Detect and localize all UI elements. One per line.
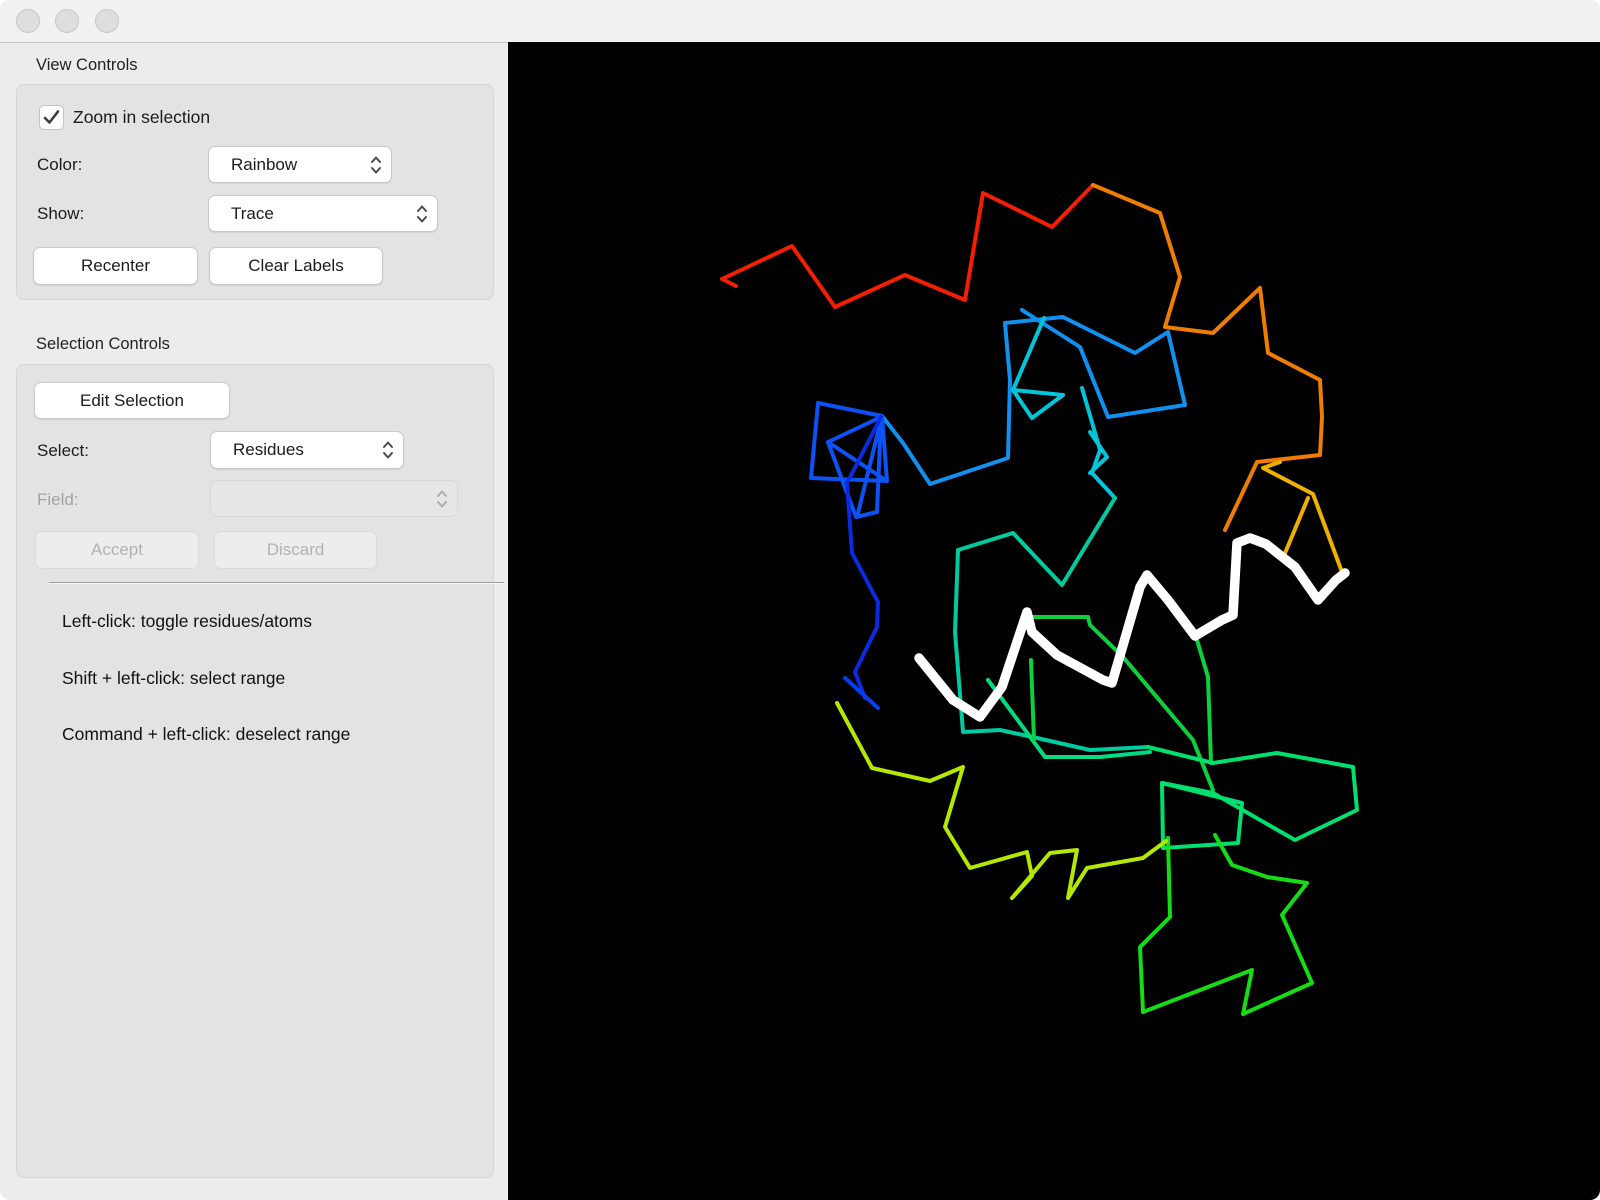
title-bar[interactable] bbox=[0, 0, 1600, 43]
protein-trace-canvas[interactable] bbox=[508, 42, 1600, 1200]
discard-button: Discard bbox=[214, 531, 377, 569]
backbone-lightblue[interactable] bbox=[880, 308, 1187, 486]
show-select-value: Trace bbox=[231, 203, 274, 223]
backbone-spring-parallelogram[interactable] bbox=[1160, 781, 1244, 850]
help-line-3: Command + left-click: deselect range bbox=[62, 724, 351, 744]
show-label: Show: bbox=[37, 204, 85, 223]
field-select bbox=[210, 480, 458, 517]
app-window: View Controls Zoom in selection Color: R… bbox=[0, 0, 1600, 1200]
color-select[interactable]: Rainbow bbox=[208, 146, 392, 183]
recenter-button[interactable]: Recenter bbox=[33, 247, 198, 285]
help-line-2: Shift + left-click: select range bbox=[62, 668, 286, 688]
edit-selection-button[interactable]: Edit Selection bbox=[34, 382, 230, 419]
selection-controls-heading: Selection Controls bbox=[36, 335, 170, 353]
chevron-up-down-icon bbox=[435, 487, 449, 511]
show-select[interactable]: Trace bbox=[208, 195, 438, 232]
clear-labels-button[interactable]: Clear Labels bbox=[209, 247, 383, 285]
minimize-button[interactable] bbox=[55, 9, 79, 33]
backbone-green-short[interactable] bbox=[1029, 658, 1036, 742]
help-line-1: Left-click: toggle residues/atoms bbox=[62, 611, 312, 631]
zoom-button[interactable] bbox=[95, 9, 119, 33]
accept-button: Accept bbox=[35, 531, 199, 569]
backbone-spring-loop[interactable] bbox=[1146, 745, 1359, 842]
field-label: Field: bbox=[37, 490, 79, 509]
backbone-orange[interactable] bbox=[1091, 183, 1324, 532]
selection-controls-group: Edit Selection Select: Residues Field: A… bbox=[16, 364, 504, 1178]
backbone-darkblue-stub[interactable] bbox=[843, 676, 880, 710]
color-select-value: Rainbow bbox=[231, 154, 298, 174]
selected-residues-white[interactable] bbox=[914, 533, 1350, 722]
zoom-in-selection-checkbox[interactable] bbox=[39, 105, 64, 130]
divider bbox=[49, 582, 504, 584]
backbone-green-bottom-loop[interactable] bbox=[1138, 833, 1314, 1016]
select-mode-value: Residues bbox=[233, 440, 304, 459]
sidebar: View Controls Zoom in selection Color: R… bbox=[0, 43, 508, 1200]
backbone-green-vertical[interactable] bbox=[1195, 638, 1213, 765]
view-controls-group: Zoom in selection Color: Rainbow Show: T… bbox=[16, 84, 494, 300]
select-mode-select[interactable]: Residues bbox=[210, 431, 404, 469]
chevron-up-down-icon bbox=[381, 438, 395, 462]
zoom-in-selection-label: Zoom in selection bbox=[73, 107, 211, 127]
close-button[interactable] bbox=[16, 9, 40, 33]
select-label: Select: bbox=[37, 441, 89, 460]
backbone-red[interactable] bbox=[720, 183, 1095, 309]
view-controls-heading: View Controls bbox=[36, 56, 138, 74]
checkmark-icon bbox=[43, 110, 60, 124]
chevron-up-down-icon bbox=[369, 153, 383, 177]
chevron-up-down-icon bbox=[415, 202, 429, 226]
color-label: Color: bbox=[37, 155, 83, 174]
molecule-viewport[interactable] bbox=[508, 42, 1600, 1200]
backbone-yellow-cross[interactable] bbox=[1281, 496, 1310, 560]
